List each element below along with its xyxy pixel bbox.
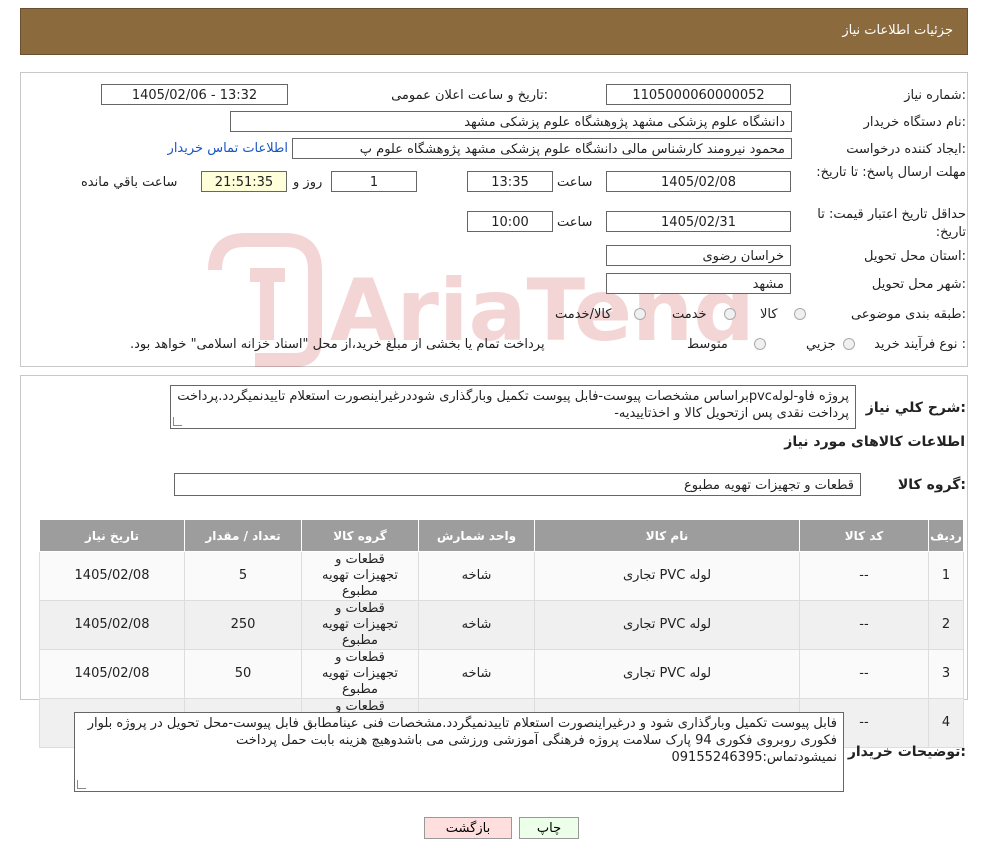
col-qty-header: تعداد / مقدار (184, 519, 302, 552)
col-date-header: تاریخ نیاز (39, 519, 185, 552)
process-minor-radio[interactable] (843, 338, 855, 350)
print-button[interactable]: چاپ (519, 817, 579, 839)
goods-group-field: قطعات و تجهیزات تهویه مطبوع (174, 473, 861, 496)
summary-text: پروژه فاو-لولهpvcبراساس مشخصات پیوست-فاب… (177, 389, 849, 421)
item-code-cell: -- (799, 551, 929, 601)
buyer-notes-textarea: فابل پیوست تکمیل وبارگذاری شود و درغیرای… (74, 712, 844, 792)
unit-cell: شاخه (418, 649, 535, 699)
process-label: نوع فرآیند خرید : (874, 337, 966, 352)
resize-handle-icon[interactable] (77, 780, 86, 789)
page-title: جزئیات اطلاعات نیاز (842, 23, 953, 38)
category-service-radio[interactable] (724, 308, 736, 320)
quantity-cell: 250 (184, 600, 302, 650)
table-row: 3 -- لوله PVC تجاری شاخه قطعات و تجهیزات تهو… (39, 649, 964, 699)
col-unit-header: واحد شمارش (418, 519, 535, 552)
summary-textarea: پروژه فاو-لولهpvcبراساس مشخصات پیوست-فاب… (170, 385, 856, 429)
page-header: جزئیات اطلاعات نیاز (20, 8, 968, 55)
table-row: 2 -- لوله PVC تجاری شاخه قطعات و تجهیزات تهو… (39, 600, 964, 650)
buyer-org-field: دانشگاه علوم پزشکی مشهد پژوهشگاه علوم پز… (230, 111, 792, 132)
buyer-notes-text: فابل پیوست تکمیل وبارگذاری شود و درغیرای… (87, 716, 837, 765)
row-number-cell: 3 (928, 649, 964, 699)
reply-date-field: 1405/02/08 (606, 171, 791, 192)
need-number-label: شماره نیاز: (904, 88, 966, 103)
reply-time-field: 13:35 (467, 171, 553, 192)
back-button[interactable]: بازگشت (424, 817, 512, 839)
quantity-cell: 5 (184, 551, 302, 601)
unit-cell: شاخه (418, 600, 535, 650)
col-name-header: نام کالا (534, 519, 800, 552)
item-name-cell: لوله PVC تجاری (534, 649, 800, 699)
category-goods-service-label: کالا/خدمت (555, 307, 612, 322)
category-goods-label: کالا (760, 307, 778, 322)
remaining-time-field: 21:51:35 (201, 171, 287, 192)
reply-time-label: ساعت (557, 175, 593, 190)
buyer-org-label: نام دستگاه خریدار: (863, 115, 966, 130)
need-date-cell: 1405/02/08 (39, 551, 185, 601)
summary-label: شرح کلي نياز: (865, 400, 966, 416)
days-field: 1 (331, 171, 417, 192)
city-label: شهر محل تحویل: (871, 277, 966, 292)
creator-field: محمود نیرومند کارشناس مالی دانشگاه علوم … (292, 138, 792, 159)
need-date-cell: 1405/02/08 (39, 600, 185, 650)
price-date-field: 1405/02/31 (606, 211, 791, 232)
unit-cell: شاخه (418, 551, 535, 601)
item-name-cell: لوله PVC تجاری (534, 600, 800, 650)
goods-group-label: گروه کالا: (897, 477, 966, 493)
process-minor-label: جزيي (806, 337, 836, 352)
price-time-label: ساعت (557, 215, 593, 230)
category-service-label: خدمت (672, 307, 707, 322)
item-name-cell: لوله PVC تجاری (534, 551, 800, 601)
need-number-field: 1105000060000052 (606, 84, 791, 105)
group-cell: قطعات و تجهیزات تهویه مطبوع (301, 649, 419, 699)
buyer-contact-link[interactable]: اطلاعات تماس خریدار (168, 141, 288, 156)
item-code-cell: -- (799, 649, 929, 699)
city-field: مشهد (606, 273, 791, 294)
announce-label: تاریخ و ساعت اعلان عمومی: (391, 88, 548, 103)
remaining-label: ساعت باقي مانده (81, 175, 178, 190)
province-label: استان محل تحویل: (864, 249, 966, 264)
process-note: پرداخت تمام یا بخشی از مبلغ خرید،از محل … (130, 337, 545, 352)
price-time-field: 10:00 (467, 211, 553, 232)
col-row-header: ردیف (928, 519, 964, 552)
table-row: 1 -- لوله PVC تجاری شاخه قطعات و تجهیزات تهو… (39, 551, 964, 601)
province-field: خراسان رضوی (606, 245, 791, 266)
row-number-cell: 1 (928, 551, 964, 601)
col-code-header: کد کالا (799, 519, 929, 552)
need-date-cell: 1405/02/08 (39, 649, 185, 699)
row-number-cell: 2 (928, 600, 964, 650)
item-code-cell: -- (799, 600, 929, 650)
table-header-row: ردیف کد کالا نام کالا واحد شمارش گروه کا… (39, 519, 964, 552)
buyer-notes-label: توضیحات خریدار: (847, 744, 966, 760)
category-label: طبقه بندی موضوعی: (850, 307, 966, 322)
category-goods-service-radio[interactable] (634, 308, 646, 320)
process-medium-radio[interactable] (754, 338, 766, 350)
group-cell: قطعات و تجهیزات تهویه مطبوع (301, 600, 419, 650)
category-goods-radio[interactable] (794, 308, 806, 320)
quantity-cell: 50 (184, 649, 302, 699)
creator-label: ایجاد کننده درخواست: (846, 142, 966, 157)
col-group-header: گروه کالا (301, 519, 419, 552)
goods-section-title: اطلاعات کالاهای مورد نیاز (784, 434, 965, 450)
announce-datetime-field: 1405/02/06 - 13:32 (101, 84, 288, 105)
reply-deadline-label: مهلت ارسال پاسخ: تا تاریخ: (816, 165, 966, 180)
resize-handle-icon[interactable] (173, 417, 182, 426)
row-number-cell: 4 (928, 698, 964, 748)
process-medium-label: متوسط (687, 337, 728, 352)
price-validity-label: حداقل تاریخ اعتبار قیمت: تا تاریخ: (817, 207, 966, 240)
group-cell: قطعات و تجهیزات تهویه مطبوع (301, 551, 419, 601)
days-label: روز و (293, 175, 323, 190)
